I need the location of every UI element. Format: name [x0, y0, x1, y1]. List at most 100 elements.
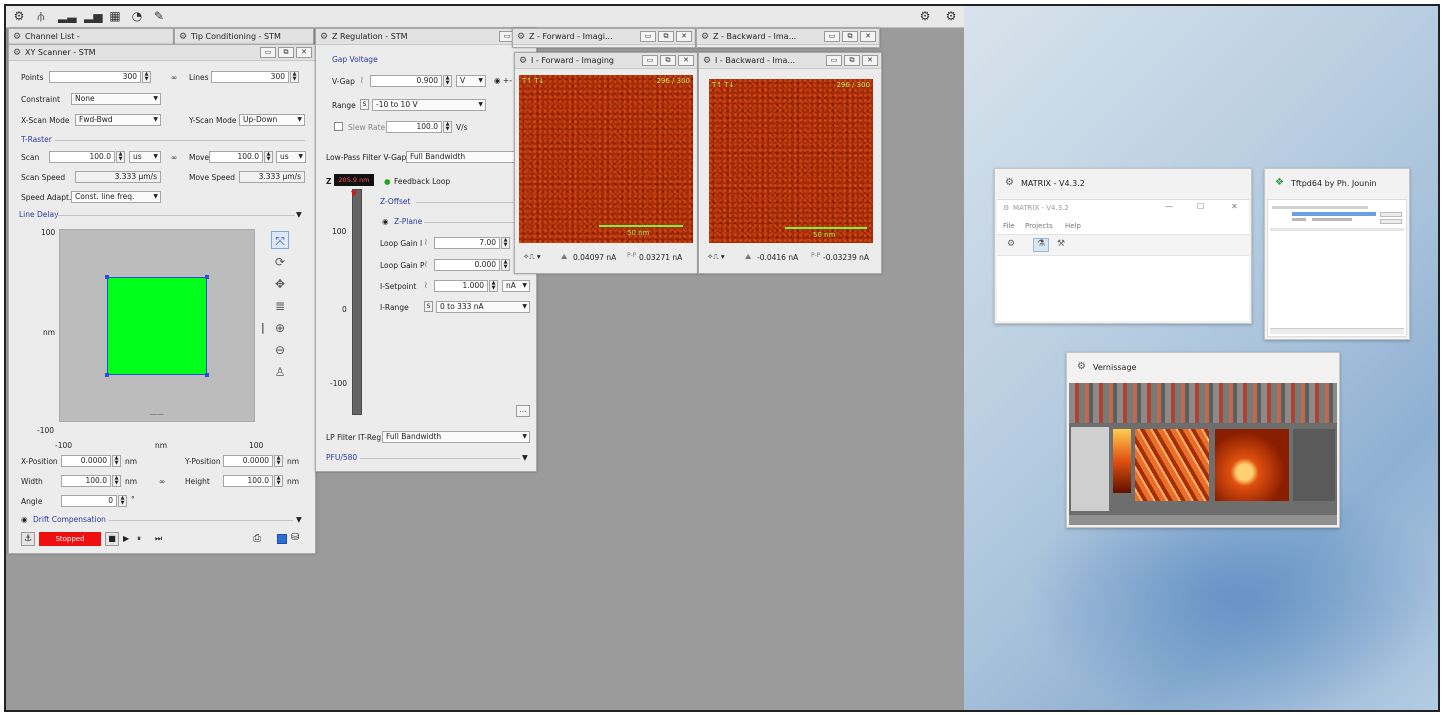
angle-input[interactable]: 0 — [61, 495, 117, 507]
irange-select[interactable]: 0 to 333 nA ▼ — [436, 301, 530, 313]
zplane-section[interactable]: Z-Plane — [394, 217, 422, 226]
chart-icon[interactable]: ▂▃ — [58, 9, 76, 23]
tool-icon[interactable]: ✎ — [152, 9, 166, 23]
cursor-icon[interactable]: ✧⎍ ▾ — [523, 252, 541, 262]
link-icon[interactable]: ∞ — [171, 153, 177, 162]
zoom-in-icon[interactable]: ⊕ — [271, 319, 289, 337]
restore-button[interactable]: ⧉ — [844, 55, 860, 66]
vgap-input[interactable]: 0.900 — [370, 75, 442, 87]
resize-handle[interactable] — [205, 275, 209, 279]
slew-checkbox[interactable] — [334, 122, 343, 131]
isetpoint-input[interactable]: 1.000 — [434, 280, 488, 292]
fit-icon[interactable]: ⤧ — [271, 231, 289, 249]
grid-icon[interactable]: ▦ — [108, 9, 122, 23]
step-button[interactable]: ⏭ — [155, 534, 162, 544]
pause-button[interactable]: ⏸ — [137, 534, 141, 544]
minimize-button[interactable]: ▭ — [260, 47, 276, 58]
checkbox-checked[interactable] — [277, 534, 287, 544]
save-icon[interactable]: ⛁ — [291, 532, 299, 543]
restore-button[interactable]: ⧉ — [842, 31, 858, 42]
minimize-button[interactable]: ▭ — [640, 31, 656, 42]
slew-spinner[interactable]: ▲ ▼ — [443, 121, 452, 133]
scan-area[interactable]: —— — [59, 229, 255, 422]
xpos-spinner[interactable]: ▲ ▼ — [112, 455, 121, 467]
zoom-out-icon[interactable]: ⊖ — [271, 341, 289, 359]
close-button[interactable]: ✕ — [296, 47, 312, 58]
rotate-icon[interactable]: ⟳ — [271, 253, 289, 271]
vernissage-window-thumbnail[interactable]: ⚙ Vernissage — [1066, 352, 1340, 528]
cursor-icon[interactable]: ✧⎍ ▾ — [707, 252, 725, 262]
z-slider[interactable] — [352, 189, 362, 415]
scan-unit-select[interactable]: us ▼ — [129, 151, 161, 163]
link-icon[interactable]: ∞ — [171, 73, 177, 82]
ypos-spinner[interactable]: ▲ ▼ — [274, 455, 283, 467]
chevron-down-icon[interactable]: ▼ — [296, 515, 302, 524]
stop-button[interactable]: ■ — [105, 532, 119, 546]
chevron-down-icon[interactable]: ▼ — [296, 210, 302, 219]
loop-i-spinner[interactable]: ▲ ▼ — [501, 237, 510, 249]
move-input[interactable]: 100.0 — [209, 151, 263, 163]
close-button[interactable]: ✕ — [862, 55, 878, 66]
minimize-button[interactable]: ▭ — [642, 55, 658, 66]
zplane-toggle-icon[interactable]: ◉ — [382, 217, 389, 226]
minimize-button[interactable]: ▭ — [826, 55, 842, 66]
minimize-button[interactable]: ▭ — [824, 31, 840, 42]
resize-handle[interactable] — [105, 373, 109, 377]
more-button[interactable]: ... — [516, 405, 530, 417]
gears-icon[interactable]: ⚙ — [918, 9, 932, 23]
gear2-icon[interactable]: ⚙ — [944, 9, 958, 23]
lines-input[interactable]: 300 — [211, 71, 289, 83]
restore-button[interactable]: ⧉ — [658, 31, 674, 42]
plus-minus-icon[interactable]: ◉ +- — [494, 76, 512, 85]
close-button[interactable]: ✕ — [678, 55, 694, 66]
move-unit-select[interactable]: us ▼ — [276, 151, 306, 163]
drift-section[interactable]: Drift Compensation — [33, 515, 106, 524]
points-spinner[interactable]: ▲ ▼ — [142, 71, 151, 83]
book-icon[interactable]: ⎙ — [253, 533, 261, 544]
lowpass-select[interactable]: Full Bandwidth — [406, 151, 526, 163]
constraint-select[interactable]: None ▼ — [71, 93, 161, 105]
restore-button[interactable]: ⧉ — [278, 47, 294, 58]
angle-spinner[interactable]: ▲ ▼ — [118, 495, 127, 507]
lines-icon[interactable]: ≣ — [271, 297, 289, 315]
move-icon[interactable]: ✥ — [271, 275, 289, 293]
height-spinner[interactable]: ▲ ▼ — [274, 475, 283, 487]
link-icon[interactable]: ∞ — [159, 477, 165, 486]
isetpoint-spinner[interactable]: ▲ ▼ — [489, 280, 498, 292]
range-select[interactable]: -10 to 10 V ▼ — [372, 99, 486, 111]
scan-region[interactable] — [107, 277, 207, 375]
loop-p-input[interactable]: 0.000 — [434, 259, 500, 271]
matrix-window-thumbnail[interactable]: ⚙ MATRIX - V4.3.2 ⚙ MATRIX - V4.3.2 — ☐ … — [994, 168, 1252, 324]
lock-icon[interactable]: S — [424, 301, 433, 312]
vgap-spinner[interactable]: ▲ ▼ — [443, 75, 452, 87]
yscan-select[interactable]: Up-Down ▼ — [239, 114, 305, 126]
gear-icon[interactable]: ⚙ — [12, 9, 26, 23]
xpos-input[interactable]: 0.0000 — [61, 455, 111, 467]
height-input[interactable]: 100.0 — [223, 475, 273, 487]
ypos-input[interactable]: 0.0000 — [223, 455, 273, 467]
lines-spinner[interactable]: ▲ ▼ — [290, 71, 299, 83]
vgap-unit-select[interactable]: V ▼ — [456, 75, 486, 87]
points-input[interactable]: 300 — [49, 71, 141, 83]
chart2-icon[interactable]: ▂▅ — [84, 9, 102, 23]
z-backward-window[interactable]: ⚙ Z - Backward - Ima... ▭ ⧉ ✕ — [696, 28, 880, 48]
resize-handle[interactable] — [205, 373, 209, 377]
i-backward-image[interactable]: T↑ T↓ 296 / 300 50 nm — [709, 79, 873, 243]
tftpd-window-thumbnail[interactable]: ❖ Tftpd64 by Ph. Jounin — [1264, 168, 1410, 340]
scan-input[interactable]: 100.0 — [49, 151, 115, 163]
clock-icon[interactable]: ◔ — [130, 9, 144, 23]
move-spinner[interactable]: ▲ ▼ — [264, 151, 273, 163]
z-forward-window[interactable]: ⚙ Z - Forward - Imagi... ▭ ⧉ ✕ — [512, 28, 696, 48]
user-icon[interactable]: ♙ — [271, 363, 289, 381]
width-input[interactable]: 100.0 — [61, 475, 111, 487]
isetpoint-unit-select[interactable]: nA ▼ — [502, 280, 530, 292]
drift-toggle-icon[interactable]: ◉ — [21, 515, 28, 524]
slew-input[interactable]: 100.0 — [386, 121, 442, 133]
restore-button[interactable]: ⧉ — [660, 55, 676, 66]
xscan-select[interactable]: Fwd-Bwd ▼ — [75, 114, 161, 126]
feedback-label[interactable]: Feedback Loop — [394, 177, 450, 186]
lp-filter-select[interactable]: Full Bandwidth ▼ — [382, 431, 530, 443]
width-spinner[interactable]: ▲ ▼ — [112, 475, 121, 487]
chevron-down-icon[interactable]: ▼ — [522, 453, 528, 462]
i-forward-image[interactable]: T↑ T↓ 296 / 300 50 nm — [519, 75, 693, 243]
